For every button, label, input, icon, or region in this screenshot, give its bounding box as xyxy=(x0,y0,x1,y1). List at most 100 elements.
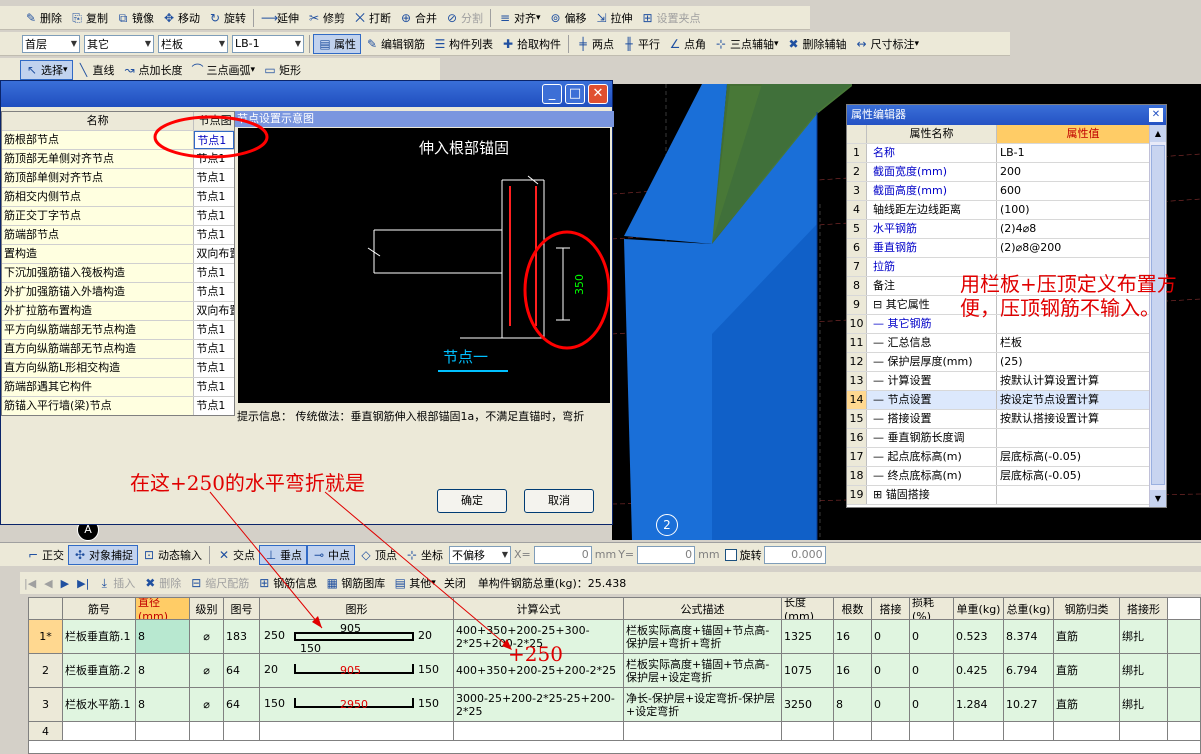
grid-cell-loss[interactable]: 0 xyxy=(910,688,954,721)
property-value[interactable]: 200 xyxy=(997,163,1149,181)
toolbar2-btn-1[interactable]: ✎ 编辑钢筋 xyxy=(361,34,429,54)
toolbar3-btn-1[interactable]: ╲ 直线 xyxy=(73,60,119,80)
property-row[interactable]: 16— 垂直钢筋长度调 xyxy=(847,429,1149,448)
toolbar1-btn-10[interactable]: ≡ 对齐 ▾ xyxy=(494,8,545,28)
toolbar1-btn-0[interactable]: ✎ 删除 xyxy=(20,8,66,28)
node-value[interactable]: 节点1 xyxy=(194,207,234,225)
grid-cell-lap[interactable]: 0 xyxy=(872,620,910,653)
minimize-icon[interactable]: _ xyxy=(542,84,562,104)
snap-btn-1[interactable]: ✣ 对象捕捉 xyxy=(68,544,138,565)
node-value[interactable]: 节点1 xyxy=(194,378,234,396)
node-table-row[interactable]: 直方向纵筋L形相交构造 节点1 xyxy=(2,359,234,378)
grid-cell-loss[interactable]: 0 xyxy=(910,654,954,687)
grid-cell-dia[interactable] xyxy=(136,722,190,740)
gridbar-btn-5[interactable]: ▤ 其他 ▾ xyxy=(389,573,440,593)
grid-cell-fig[interactable]: 64 xyxy=(224,654,260,687)
grid-cell-cat[interactable] xyxy=(1054,722,1120,740)
snap-btn-0[interactable]: ⌐ 正交 xyxy=(22,545,68,565)
grid-cell-name[interactable]: 栏板水平筋.1 xyxy=(63,688,136,721)
grid-cell-grade[interactable]: ⌀ xyxy=(190,654,224,687)
table-row[interactable]: 2 栏板垂直筋.2 8 ⌀ 64 20 905 150 400+350+200-25+200-2… xyxy=(29,654,1200,688)
toolbar1-btn-12[interactable]: ⇲ 拉伸 xyxy=(591,8,637,28)
property-value[interactable]: 600 xyxy=(997,182,1149,200)
grid-cell-unit[interactable]: 0.425 xyxy=(954,654,1004,687)
property-value[interactable]: 按默认计算设置计算 xyxy=(997,372,1149,390)
gridbar-btn-2[interactable]: ⊟ 缩尺配筋 xyxy=(185,573,253,593)
rotate-input[interactable]: 0.000 xyxy=(763,545,826,564)
node-value[interactable]: 节点1 xyxy=(194,226,234,244)
property-row[interactable]: 1 名称 LB-1 xyxy=(847,144,1149,163)
grid-cell-name[interactable]: 栏板垂直筋.1 xyxy=(63,620,136,653)
grid-cell-unit[interactable]: 0.523 xyxy=(954,620,1004,653)
property-row[interactable]: 19 ⊞ 锚固搭接 xyxy=(847,486,1149,505)
node-value[interactable]: 双向布置 xyxy=(194,302,234,320)
node-value[interactable]: 节点1 xyxy=(194,264,234,282)
node-table-row[interactable]: 外扩加强筋锚入外墙构造 节点1 xyxy=(2,283,234,302)
close-icon[interactable]: ✕ xyxy=(1149,108,1163,122)
toolbar1-btn-1[interactable]: ⎘ 复制 xyxy=(66,8,112,28)
toolbar2-btn-5[interactable]: ╫ 平行 xyxy=(618,34,664,54)
node-table-row[interactable]: 筋顶部单侧对齐节点 节点1 xyxy=(2,169,234,188)
rotate-checkbox[interactable]: 旋转 xyxy=(724,547,762,563)
property-value[interactable]: LB-1 xyxy=(997,144,1149,162)
property-value[interactable]: 层底标高(-0.05) xyxy=(997,467,1149,485)
property-row[interactable]: 2 截面宽度(mm) 200 xyxy=(847,163,1149,182)
grid-cell-desc[interactable] xyxy=(624,722,782,740)
grid-cell-cat[interactable]: 直筋 xyxy=(1054,654,1120,687)
snap-btn-7[interactable]: ⊹ 坐标 xyxy=(401,545,447,565)
toolbar1-btn-13[interactable]: ⊞ 设置夹点 xyxy=(637,8,705,28)
property-value[interactable]: (2)⌀8@200 xyxy=(997,239,1149,257)
grid-cell-grade[interactable]: ⌀ xyxy=(190,620,224,653)
grid-cell-len[interactable]: 3250 xyxy=(782,688,834,721)
node-value[interactable]: 节点1 xyxy=(194,340,234,358)
node-value[interactable]: 节点1 xyxy=(194,169,234,187)
toolbar2-btn-9[interactable]: ↔ 尺寸标注 ▾ xyxy=(851,34,924,54)
grid-cell-lt[interactable]: 绑扎 xyxy=(1120,688,1168,721)
grid-cell-fig[interactable] xyxy=(224,722,260,740)
node-value[interactable]: 双向布置 xyxy=(194,245,234,263)
grid-cell-lap[interactable]: 0 xyxy=(872,654,910,687)
grid-cell-total[interactable]: 10.27 xyxy=(1004,688,1054,721)
toolbar1-btn-9[interactable]: ⊘ 分割 xyxy=(441,8,487,28)
y-input[interactable]: 0 xyxy=(637,545,696,564)
node-table-row[interactable]: 筋相交内侧节点 节点1 xyxy=(2,188,234,207)
x-input[interactable]: 0 xyxy=(533,545,592,564)
grid-cell-name[interactable]: 栏板垂直筋.2 xyxy=(63,654,136,687)
toolbar2-btn-6[interactable]: ∠ 点角 xyxy=(664,34,710,54)
property-value[interactable]: 栏板 xyxy=(997,334,1149,352)
grid-cell-formula[interactable]: 3000-25+200-2*25-25+200-2*25 xyxy=(454,688,624,721)
property-row[interactable]: 15— 搭接设置 按默认搭接设置计算 xyxy=(847,410,1149,429)
property-row[interactable]: 14— 节点设置 按设定节点设置计算 xyxy=(847,391,1149,410)
gridbar-btn-1[interactable]: ✖ 删除 xyxy=(139,573,185,593)
table-row[interactable]: 4 xyxy=(29,722,1200,741)
toolbar3-btn-0[interactable]: ↖ 选择 ▾ xyxy=(20,59,73,80)
grid-cell-cat[interactable]: 直筋 xyxy=(1054,620,1120,653)
property-value[interactable]: (100) xyxy=(997,201,1149,219)
grid-cell-lap[interactable] xyxy=(872,722,910,740)
grid-cell-desc[interactable]: 栏板实际高度+锚固+节点高-保护层+弯折+弯折 xyxy=(624,620,782,653)
node-table-row[interactable]: 筋正交丁字节点 节点1 xyxy=(2,207,234,226)
node-value[interactable]: 节点1 xyxy=(194,397,234,415)
gridbar-btn-0[interactable]: ⤓ 插入 xyxy=(93,573,139,593)
node-table-row[interactable]: 外扩拉筋布置构造双向布置 xyxy=(2,302,234,321)
grid-cell-fig[interactable]: 64 xyxy=(224,688,260,721)
node-value[interactable]: 节点1 xyxy=(194,321,234,339)
grid-cell-formula[interactable] xyxy=(454,722,624,740)
node-table-row[interactable]: 下沉加强筋锚入筏板构造 节点1 xyxy=(2,264,234,283)
toolbar2-btn-7[interactable]: ⊹ 三点辅轴 ▾ xyxy=(710,34,783,54)
grid-cell-count[interactable] xyxy=(834,722,872,740)
toolbar1-btn-6[interactable]: ✂ 修剪 xyxy=(303,8,349,28)
property-value[interactable] xyxy=(997,429,1149,447)
property-value[interactable]: (25) xyxy=(997,353,1149,371)
node-table-row[interactable]: 筋端部遇其它构件 节点1 xyxy=(2,378,234,397)
grid-cell-len[interactable]: 1075 xyxy=(782,654,834,687)
grid-cell-shape[interactable]: 150 2950 150 xyxy=(260,688,454,721)
gridbar-btn-3[interactable]: ⊞ 钢筋信息 xyxy=(253,573,321,593)
node-value[interactable]: 节点1 xyxy=(194,188,234,206)
toolbar1-btn-5[interactable]: ⟶ 延伸 xyxy=(257,8,303,28)
property-value[interactable]: 按默认搭接设置计算 xyxy=(997,410,1149,428)
grid-cell-len[interactable] xyxy=(782,722,834,740)
grid-cell-desc[interactable]: 净长-保护层+设定弯折-保护层+设定弯折 xyxy=(624,688,782,721)
offset-select[interactable]: 不偏移 ▼ xyxy=(449,545,511,564)
toolbar1-btn-7[interactable]: ⨉ 打断 xyxy=(349,8,395,28)
